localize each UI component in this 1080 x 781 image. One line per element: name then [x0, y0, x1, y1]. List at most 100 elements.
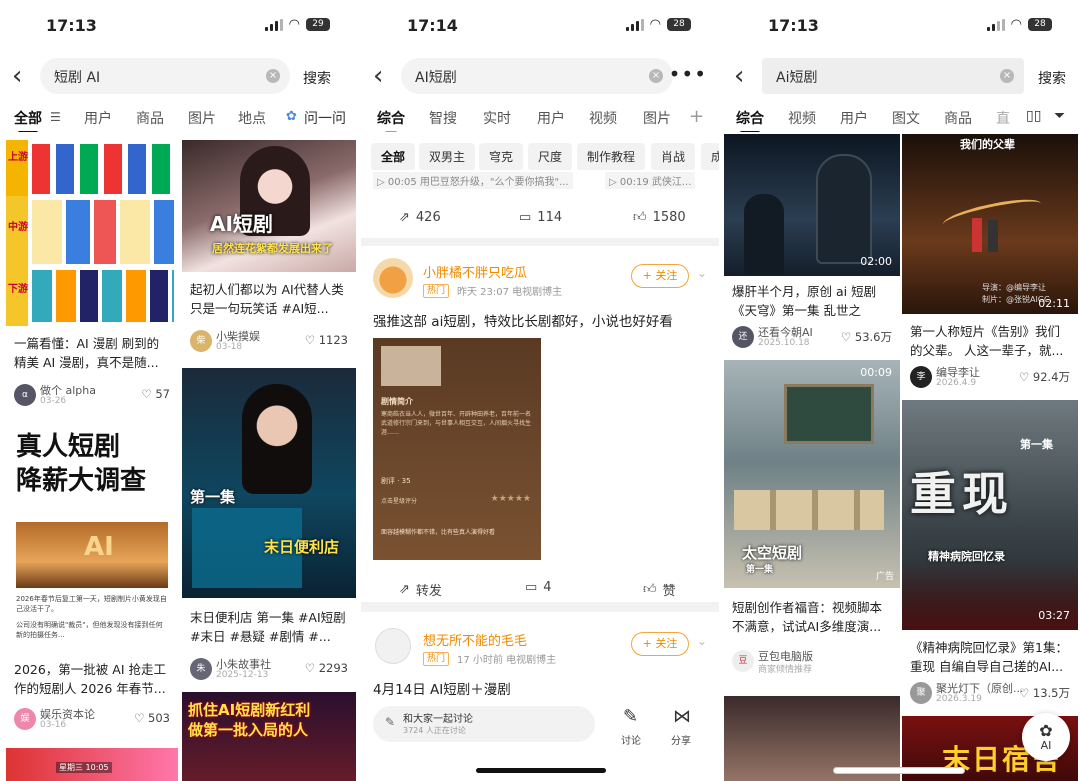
tab-users[interactable]: 用户 — [84, 108, 112, 128]
video-card[interactable]: 02:00 爆肝半个月，原创 ai 短剧《天穹》第一集 乱世之中，... 还 还… — [724, 134, 900, 352]
like-count[interactable]: ♡ 57 — [141, 387, 170, 401]
chip[interactable]: 肖战 — [651, 143, 696, 171]
screen-2: 17:14 ◠ 28 ‹ AI短剧 × ••• 综合 智搜 实时 用户 视频 图… — [361, 0, 719, 781]
share-button[interactable]: 分享 — [671, 732, 691, 747]
add-tab-icon[interactable]: + — [689, 108, 704, 127]
layout-icon[interactable]: ▯▯ — [1026, 108, 1041, 124]
tab-video[interactable]: 视频 — [589, 108, 617, 128]
wifi-icon: ◠ — [649, 16, 661, 32]
like-count[interactable]: ♡ 2293 — [305, 661, 348, 675]
filter-icon[interactable]: ☰ — [50, 110, 61, 124]
avatar[interactable] — [373, 258, 413, 298]
chevron-down-icon[interactable]: ⌄ — [697, 266, 707, 280]
comment-button[interactable]: ▭ 114 — [519, 210, 562, 225]
post-date: 2025-12-13 — [216, 670, 269, 680]
clear-icon[interactable]: × — [1000, 69, 1014, 83]
star-rating[interactable]: ★★★★★ — [491, 494, 531, 504]
status-bar: 17:13 ◠ 29 — [0, 0, 358, 48]
tab-realtime[interactable]: 实时 — [483, 108, 511, 128]
chip[interactable]: 尺度 — [528, 143, 573, 171]
author-name[interactable]: 小胖橘不胖只吃瓜 — [423, 262, 527, 281]
ai-assistant-button[interactable]: ✿ AI — [1022, 713, 1070, 761]
share-button[interactable]: ⇗ 426 — [399, 210, 441, 225]
tab-goods[interactable]: 商品 — [944, 108, 972, 128]
repost-button[interactable]: ⇗ 转发 — [399, 580, 442, 599]
tab-images[interactable]: 图片 — [643, 108, 671, 128]
discuss-input[interactable]: ✎ 和大家一起讨论 3724 人正在讨论 — [373, 706, 595, 742]
clear-icon[interactable]: × — [649, 69, 663, 83]
battery-icon: 29 — [306, 18, 330, 31]
share-icon: ⇗ — [399, 582, 410, 597]
search-input[interactable]: Ai短剧 × — [762, 58, 1024, 94]
search-bar: ‹ AI短剧 × ••• — [361, 56, 719, 98]
tab-images[interactable]: 图片 — [188, 108, 216, 128]
clear-icon[interactable]: × — [266, 69, 280, 83]
signal-icon — [264, 18, 283, 31]
tab-live[interactable]: 直 — [996, 108, 1010, 128]
avatar[interactable] — [375, 628, 411, 664]
back-icon[interactable]: ‹ — [373, 62, 383, 90]
tab-users[interactable]: 用户 — [537, 108, 565, 128]
back-icon[interactable]: ‹ — [12, 62, 22, 90]
author-name[interactable]: 想无所不能的毛毛 — [423, 630, 527, 649]
note-card[interactable]: 抓住AI短剧新红利 做第一批入局的人 — [182, 692, 356, 781]
status-bar: 17:14 ◠ 28 — [361, 0, 719, 48]
note-card[interactable]: AI短剧 居然连花絮都发展出来了 起初人们都以为 AI代替人类只是一句玩笑话 #… — [182, 140, 356, 362]
post-image[interactable]: 剧情简介 寒商皓衣当人人，微世百年、开辟种田养老，百年前一名武道修行宗门来到，与… — [373, 338, 541, 560]
tab-users[interactable]: 用户 — [840, 108, 868, 128]
search-button[interactable]: 搜索 — [303, 68, 331, 88]
chip[interactable]: 成 — [701, 143, 719, 171]
chip[interactable]: 穹克 — [479, 143, 524, 171]
like-count[interactable]: ♡ 1123 — [305, 333, 348, 347]
note-card[interactable]: 星期三 10:05 — [6, 748, 178, 781]
note-card[interactable]: 真人短剧 降薪大调查 AI 2026年春节后复工第一天，短剧制片小黄发现自己没活… — [6, 424, 178, 742]
comment-button[interactable]: ▭ 4 — [525, 580, 552, 595]
video-card[interactable]: 我们的父辈 导演：@编导李让 制片：@张锐AIGC 02:11 第一人称短片《告… — [902, 134, 1078, 396]
like-button[interactable]: 👍︎ 赞 — [643, 580, 676, 599]
chip[interactable]: 制作教程 — [577, 143, 646, 171]
card-headline: 真人短剧 降薪大调查 — [16, 432, 147, 496]
feed-post[interactable]: 想无所不能的毛毛 热门 17 小时前 电视剧博主 + 关注 ⌄ 4月14日 AI… — [361, 612, 719, 781]
search-input[interactable]: 短剧 AI × — [40, 58, 290, 94]
search-input[interactable]: AI短剧 × — [401, 58, 673, 94]
card-image: 第一集 重现 精神病院回忆录 03:27 — [902, 400, 1078, 630]
like-count[interactable]: ♡ 53.6万 — [841, 329, 892, 345]
write-icon[interactable]: ✎ — [623, 706, 638, 727]
tab-goods[interactable]: 商品 — [136, 108, 164, 128]
post-date: 商家倾情推荐 — [758, 665, 813, 675]
tab-all[interactable]: 全部 — [14, 108, 42, 132]
video-card[interactable]: 第一集 重现 精神病院回忆录 03:27 《精神病院回忆录》第1集：重现 自编自… — [902, 400, 1078, 710]
tab-video[interactable]: 视频 — [788, 108, 816, 128]
avatar: 还 — [732, 326, 754, 348]
card-image: 第一集 末日便利店 — [182, 368, 356, 598]
tab-ask[interactable]: 问一问 — [304, 108, 346, 128]
chip[interactable]: 双男主 — [419, 143, 476, 171]
like-button[interactable]: 👍︎ 1580 — [633, 210, 686, 225]
filter-icon[interactable]: ⏷ — [1054, 108, 1065, 124]
composite-screenshot: 17:13 ◠ 29 ‹ 短剧 AI × 搜索 全部 ☰ 用户 商品 图片 地点… — [0, 0, 1080, 781]
like-count[interactable]: ♡ 503 — [134, 711, 170, 725]
share-icon: ⇗ — [399, 210, 410, 225]
avatar: 娱 — [14, 708, 36, 730]
note-card[interactable]: 第一集 末日便利店 末日便利店 第一集 #AI短剧 #末日 #悬疑 #剧情 #.… — [182, 368, 356, 686]
tab-overall[interactable]: 综合 — [736, 108, 764, 132]
follow-button[interactable]: + 关注 — [631, 264, 689, 288]
feed-post[interactable]: 小胖橘不胖只吃瓜 热门 昨天 23:07 电视剧博主 + 关注 ⌄ 强推这部 a… — [361, 246, 719, 602]
like-count[interactable]: ♡ 92.4万 — [1019, 369, 1070, 385]
tab-overall[interactable]: 综合 — [377, 108, 405, 132]
chip[interactable]: 全部 — [371, 143, 416, 171]
chevron-down-icon[interactable]: ⌄ — [697, 634, 707, 648]
tab-smart[interactable]: 智搜 — [429, 108, 457, 128]
more-icon[interactable]: ••• — [669, 62, 707, 86]
discuss-button[interactable]: 讨论 — [621, 732, 641, 747]
share-icon[interactable]: ⋈ — [673, 706, 691, 727]
tab-articles[interactable]: 图文 — [892, 108, 920, 128]
tab-places[interactable]: 地点 — [238, 108, 266, 128]
search-button[interactable]: 搜索 — [1038, 68, 1066, 88]
back-icon[interactable]: ‹ — [734, 62, 744, 90]
like-count[interactable]: ♡ 13.5万 — [1019, 685, 1070, 701]
video-card[interactable]: 00:09 太空短剧 第一集 广告 短剧创作者福音：视频脚本不满意，试试AI多维… — [724, 360, 900, 690]
follow-button[interactable]: + 关注 — [631, 632, 689, 656]
note-card[interactable]: 上游 中游 下游 一篇看懂：AI 漫剧 刷到的精美 AI 漫剧，真不是随... … — [6, 140, 178, 418]
post-date: 2025.10.18 — [758, 338, 810, 348]
